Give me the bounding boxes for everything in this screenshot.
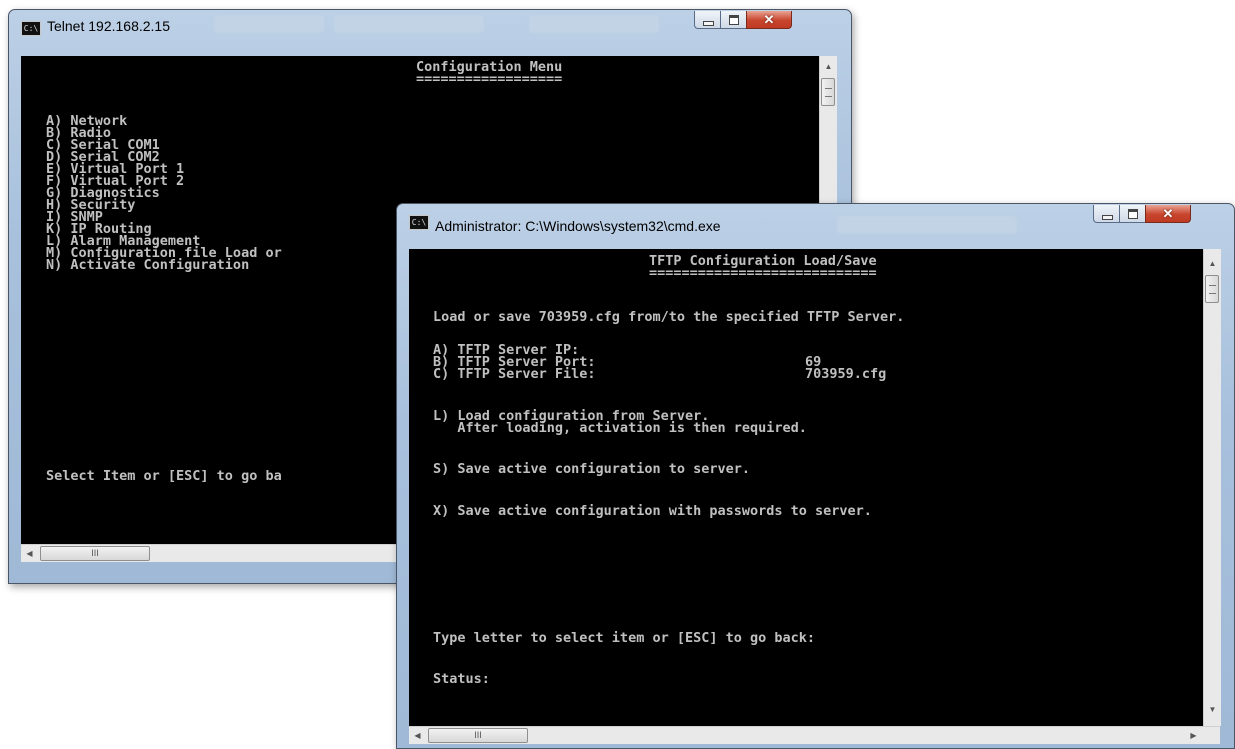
scroll-thumb[interactable] bbox=[821, 78, 835, 106]
save-with-passwords-option[interactable]: X) Save active configuration with passwo… bbox=[433, 504, 872, 518]
window-title: Telnet 192.168.2.15 bbox=[47, 18, 170, 34]
horizontal-scrollbar[interactable]: ◀ III ▶ bbox=[409, 726, 1220, 744]
blurred-taskbar-tab bbox=[214, 15, 324, 33]
horizontal-scroll-thumb[interactable]: III bbox=[40, 546, 150, 561]
tftp-heading-underline: ============================ bbox=[649, 265, 877, 281]
maximize-button[interactable] bbox=[1119, 205, 1145, 223]
console-icon: C:\ bbox=[21, 21, 41, 36]
minimize-button[interactable] bbox=[1093, 205, 1119, 223]
setting-server-file-label[interactable]: C) TFTP Server File: bbox=[433, 367, 596, 381]
cmd-window: C:\ Administrator: C:\Windows\system32\c… bbox=[396, 203, 1235, 749]
blurred-taskbar-tab bbox=[529, 15, 659, 33]
console-icon: C:\ bbox=[409, 215, 429, 230]
intro-text: Load or save 703959.cfg from/to the spec… bbox=[433, 309, 905, 325]
close-button[interactable] bbox=[1145, 205, 1191, 223]
select-prompt: Select Item or [ESC] to go ba bbox=[46, 468, 282, 484]
scroll-up-arrow-icon[interactable]: ▲ bbox=[820, 58, 837, 75]
vertical-scrollbar[interactable]: ▲ ▼ bbox=[1203, 249, 1221, 726]
menu-item-activate-config[interactable]: N) Activate Configuration bbox=[46, 258, 249, 272]
telnet-titlebar[interactable]: C:\ Telnet 192.168.2.15 bbox=[9, 10, 851, 44]
horizontal-scroll-thumb[interactable]: III bbox=[428, 728, 528, 743]
scroll-left-arrow-icon[interactable]: ◀ bbox=[21, 545, 38, 562]
save-option[interactable]: S) Save active configuration to server. bbox=[433, 462, 750, 476]
menu-heading-underline: ================== bbox=[416, 71, 563, 87]
blurred-taskbar-tab bbox=[334, 15, 484, 33]
cmd-titlebar[interactable]: C:\ Administrator: C:\Windows\system32\c… bbox=[397, 204, 1234, 238]
status-label: Status: bbox=[433, 671, 490, 687]
window-title: Administrator: C:\Windows\system32\cmd.e… bbox=[435, 218, 721, 234]
minimize-button[interactable] bbox=[694, 11, 720, 29]
scroll-left-arrow-icon[interactable]: ◀ bbox=[409, 727, 426, 744]
scroll-right-arrow-icon[interactable]: ▶ bbox=[1185, 727, 1202, 744]
select-prompt: Type letter to select item or [ESC] to g… bbox=[433, 630, 816, 646]
scroll-thumb[interactable] bbox=[1205, 275, 1219, 303]
scroll-down-arrow-icon[interactable]: ▼ bbox=[1204, 701, 1221, 718]
scroll-up-arrow-icon[interactable]: ▲ bbox=[1204, 255, 1221, 272]
load-option-note: After loading, activation is then requir… bbox=[433, 420, 807, 436]
close-button[interactable] bbox=[746, 11, 792, 29]
blurred-taskbar-tab bbox=[837, 216, 1017, 234]
cmd-console[interactable]: TFTP Configuration Load/Save ===========… bbox=[409, 249, 1203, 726]
maximize-button[interactable] bbox=[720, 11, 746, 29]
setting-server-file-value: 703959.cfg bbox=[805, 366, 887, 382]
